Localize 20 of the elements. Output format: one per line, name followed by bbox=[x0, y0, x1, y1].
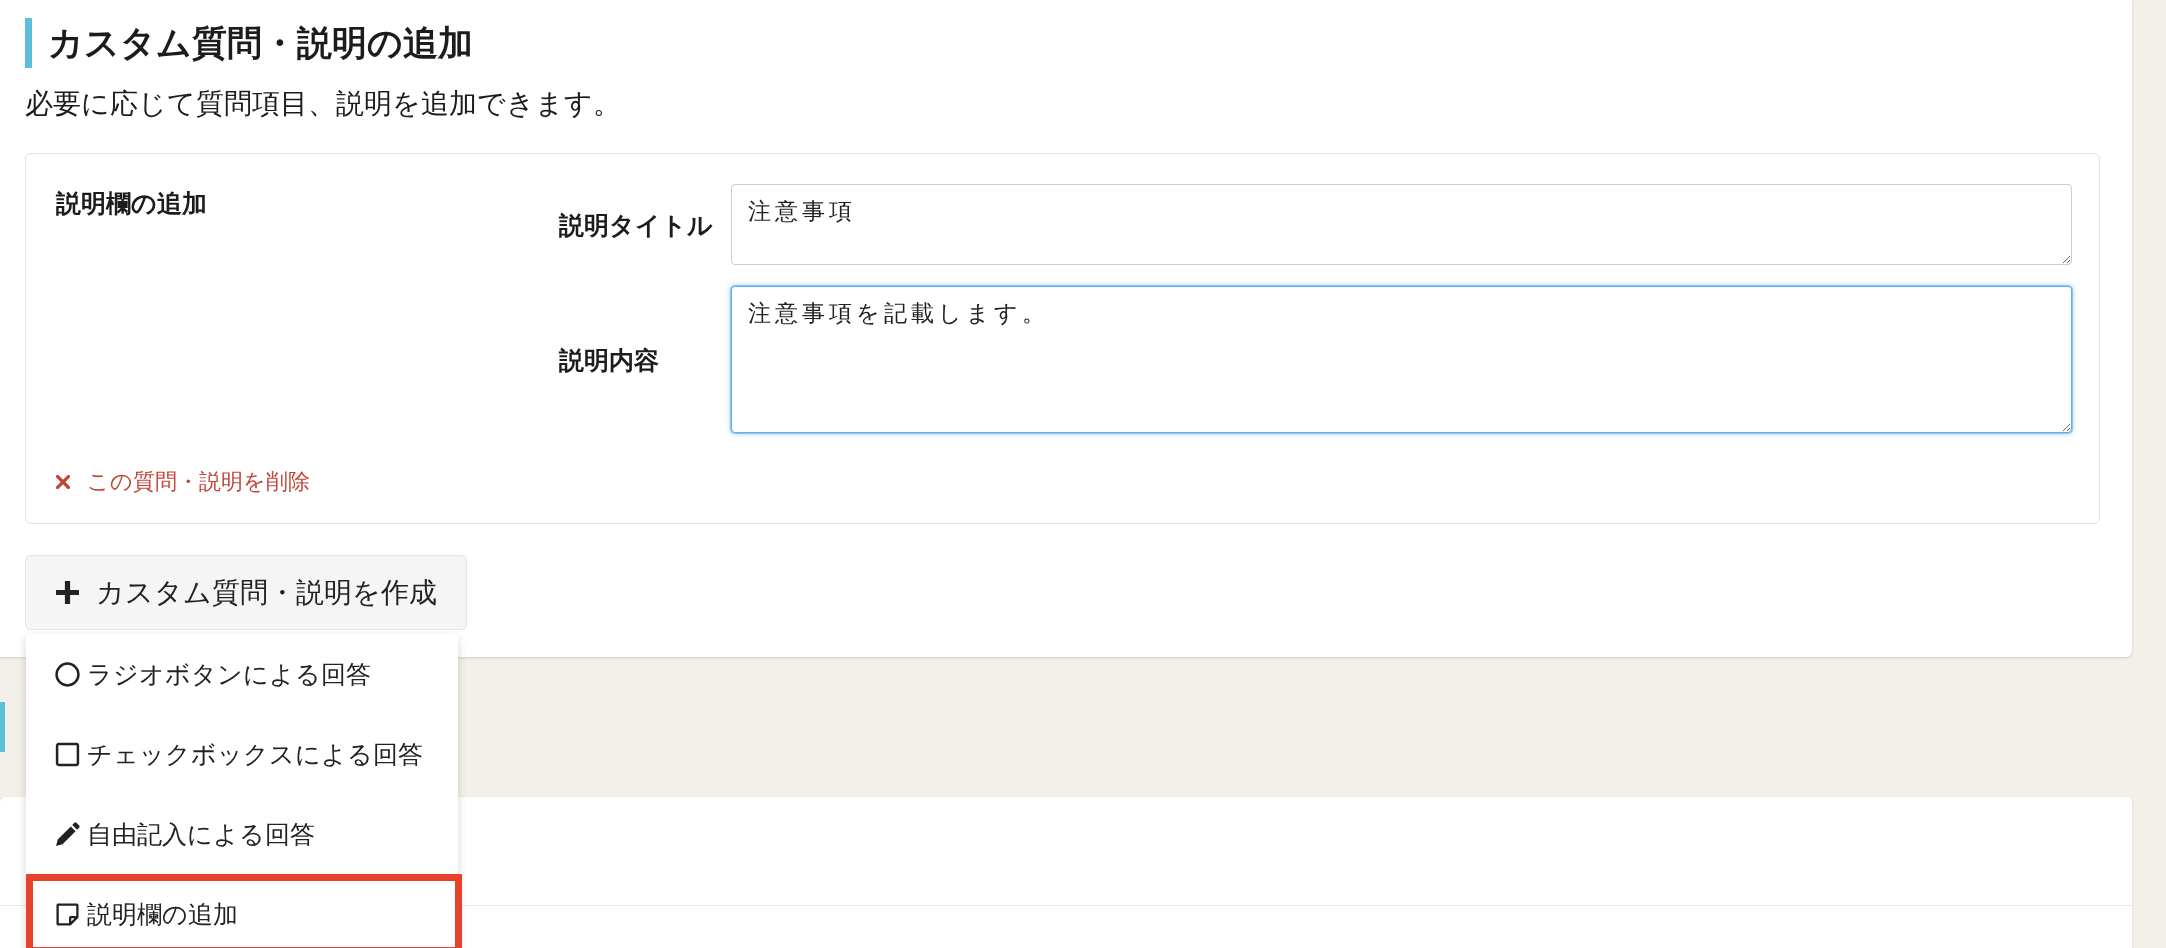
note-icon bbox=[55, 901, 80, 927]
menu-item[interactable]: チェックボックスによる回答 bbox=[26, 714, 458, 794]
accent-bar bbox=[0, 702, 5, 752]
plus-icon bbox=[55, 580, 80, 605]
circle-icon bbox=[55, 661, 80, 687]
section-title: カスタム質問・説明の追加 bbox=[48, 22, 473, 64]
text-area[interactable]: 注意事項 bbox=[731, 184, 2072, 265]
pencil-icon bbox=[55, 821, 80, 847]
accent-bar bbox=[25, 18, 32, 68]
section-description: 必要に応じて質問項目、説明を追加できます。 bbox=[25, 87, 622, 121]
text-area[interactable]: 注意事項を記載します。 bbox=[731, 286, 2072, 433]
square-icon bbox=[55, 741, 80, 767]
close-icon bbox=[56, 475, 70, 489]
menu-item[interactable]: ラジオボタンによる回答 bbox=[26, 634, 458, 714]
field-label: 説明タイトル bbox=[559, 209, 713, 240]
field-label: 説明内容 bbox=[559, 344, 659, 375]
menu-item[interactable]: 説明欄の追加 bbox=[26, 874, 462, 948]
menu-item[interactable]: 自由記入による回答 bbox=[26, 794, 458, 874]
item-type-label: 説明欄の追加 bbox=[56, 188, 207, 218]
create-button[interactable]: カスタム質問・説明を作成 bbox=[25, 555, 467, 630]
